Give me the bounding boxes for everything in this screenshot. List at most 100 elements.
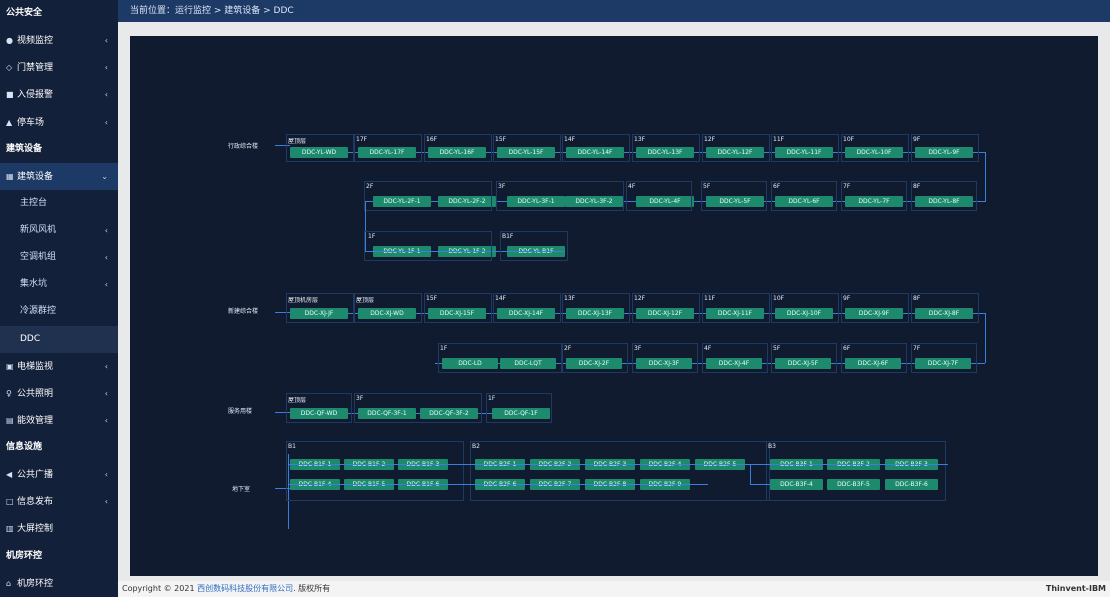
ddc-node[interactable]: DDC-YL-14F — [566, 147, 624, 158]
chevron-left-icon: ‹ — [104, 497, 108, 507]
ddc-node[interactable]: DDC-YL-12F — [706, 147, 764, 158]
ddc-node[interactable]: DDC-YL-11F — [775, 147, 833, 158]
sidebar-item-0: 公共安全 — [0, 0, 118, 27]
chevron-left-icon: ‹ — [104, 117, 108, 127]
ddc-node[interactable]: DDC-YL-10F — [845, 147, 903, 158]
floor-label: 1F — [368, 233, 376, 240]
ddc-node[interactable]: DDC-XJ-8F — [915, 308, 973, 319]
ddc-node[interactable]: DDC-XJ-9F — [845, 308, 903, 319]
ddc-node[interactable]: DDC-YL-17F — [358, 147, 416, 158]
floor-label: B1F — [502, 233, 514, 240]
floor-frame — [911, 181, 977, 211]
sidebar-icon: ▣ — [6, 361, 14, 371]
ddc-node[interactable]: DDC-B3F-6 — [885, 479, 938, 490]
floor-frame — [562, 343, 628, 373]
floor-frame — [470, 441, 770, 501]
floor-frame — [771, 181, 837, 211]
sidebar-item-6[interactable]: ▦ 建筑设备 ⌄ — [0, 162, 118, 190]
sidebar-icon: ● — [6, 36, 13, 46]
floor-label: 9F — [913, 136, 921, 143]
floor-frame — [364, 231, 492, 261]
sidebar-item-14[interactable]: ♀ 公共照明 ‹ — [0, 380, 118, 407]
floor-label: 9F — [843, 295, 851, 302]
floor-frame — [354, 393, 482, 423]
sidebar-item-3[interactable]: ■ 入侵报警 ‹ — [0, 81, 118, 108]
sidebar-item-label: 公共安全 — [6, 8, 43, 18]
floor-label: 3F — [634, 345, 642, 352]
main-content: 行政综合楼 屋顶层 DDC-YL-WD 17F DDC-YL-17F 16F DDC-YL-… — [118, 22, 1110, 581]
floor-label: 屋顶层 — [288, 397, 307, 404]
floor-label: 14F — [495, 295, 507, 302]
ddc-node[interactable]: DDC-XJ-JF — [290, 308, 348, 319]
group-label: 服务用楼 — [228, 408, 253, 415]
ddc-node[interactable]: DDC-B3F-4 — [770, 479, 823, 490]
sidebar-item-8[interactable]: 新风风机 ‹ — [0, 217, 118, 244]
ddc-node[interactable]: DDC-XJ-12F — [636, 308, 694, 319]
floor-label: 15F — [426, 295, 438, 302]
sidebar-item-4[interactable]: ▲ 停车场 ‹ — [0, 109, 118, 136]
sidebar-item-17[interactable]: ◀ 公共广播 ‹ — [0, 461, 118, 488]
sidebar-item-7[interactable]: 主控台 — [0, 190, 118, 217]
sidebar-item-9[interactable]: 空调机组 ‹ — [0, 244, 118, 271]
ddc-node[interactable]: DDC-YL-13F — [636, 147, 694, 158]
floor-frame — [771, 343, 837, 373]
ddc-node[interactable]: DDC-XJ-14F — [497, 308, 555, 319]
ddc-node[interactable]: DDC-XJ-13F — [566, 308, 624, 319]
floor-label: 6F — [773, 183, 781, 190]
floor-label: 12F — [634, 295, 646, 302]
sidebar-item-label: 冷源群控 — [20, 306, 57, 317]
ddc-topology-canvas: 行政综合楼 屋顶层 DDC-YL-WD 17F DDC-YL-17F 16F DDC-YL-… — [130, 36, 1098, 576]
ddc-node[interactable]: DDC-YL-9F — [915, 147, 973, 158]
brand-label: Thinvent-IBM — [1045, 584, 1106, 593]
ddc-node[interactable]: DDC-XJ-10F — [775, 308, 833, 319]
floor-label: 2F — [366, 183, 374, 190]
sidebar-icon: ◇ — [6, 63, 13, 73]
floor-label: 12F — [704, 136, 716, 143]
sidebar-item-21[interactable]: ⌂ 机房环控 — [0, 570, 118, 597]
ddc-node[interactable]: DDC-XJ-11F — [706, 308, 764, 319]
floor-label: 11F — [704, 295, 716, 302]
sidebar-item-11[interactable]: 冷源群控 — [0, 298, 118, 325]
sidebar-item-1[interactable]: ● 视频监控 ‹ — [0, 27, 118, 54]
ddc-node[interactable]: DDC-XJ-WD — [358, 308, 416, 319]
sidebar-item-label: 门禁管理 — [17, 63, 54, 74]
floor-label: 屋顶层 — [356, 297, 375, 304]
ddc-node[interactable]: DDC-XJ-15F — [428, 308, 486, 319]
floor-label: 17F — [356, 136, 368, 143]
floor-frame — [438, 343, 562, 373]
chevron-left-icon: ‹ — [104, 470, 108, 480]
sidebar-item-18[interactable]: □ 信息发布 ‹ — [0, 488, 118, 515]
floor-frame — [841, 343, 907, 373]
floor-label: 7F — [843, 183, 851, 190]
sidebar-item-label: 信息发布 — [17, 497, 54, 508]
breadcrumb: 当前位置：运行监控 > 建筑设备 > DDC — [118, 0, 1110, 22]
sidebar-item-15[interactable]: ▤ 能效管理 ‹ — [0, 407, 118, 434]
ddc-node[interactable]: DDC-YL-15F — [497, 147, 555, 158]
floor-frame — [486, 393, 552, 423]
company-link[interactable]: 西创数码科技股份有限公司 — [197, 584, 293, 593]
floor-label: 11F — [773, 136, 785, 143]
floor-frame — [626, 181, 692, 211]
floor-frame — [364, 181, 492, 211]
sidebar-item-label: 视频监控 — [17, 36, 54, 47]
sidebar-item-12[interactable]: DDC — [0, 325, 118, 353]
ddc-node[interactable]: DDC-YL-16F — [428, 147, 486, 158]
floor-label: 13F — [564, 295, 576, 302]
sidebar-icon: ■ — [6, 90, 14, 100]
sidebar-item-10[interactable]: 集水坑 ‹ — [0, 271, 118, 298]
group-label: 地下室 — [232, 486, 251, 493]
sidebar-item-label: 新风风机 — [20, 225, 57, 235]
breadcrumb-text: 当前位置：运行监控 > 建筑设备 > DDC — [130, 6, 294, 16]
floor-frame — [286, 441, 464, 501]
sidebar-item-label: 建筑设备 — [17, 171, 54, 182]
sidebar-item-13[interactable]: ▣ 电梯监视 ‹ — [0, 353, 118, 380]
ddc-node[interactable]: DDC-B3F-5 — [827, 479, 880, 490]
sidebar-item-19[interactable]: ▥ 大屏控制 — [0, 515, 118, 542]
sidebar-item-2[interactable]: ◇ 门禁管理 ‹ — [0, 54, 118, 81]
floor-label: 屋顶层 — [288, 138, 307, 145]
floor-label: 3F — [356, 395, 364, 402]
footer: Copyright © 2021 西创数码科技股份有限公司. 版权所有 Thin… — [118, 581, 1110, 597]
floor-label: 10F — [773, 295, 785, 302]
ddc-node[interactable]: DDC-YL-WD — [290, 147, 348, 158]
sidebar-item-label: 停车场 — [17, 117, 45, 128]
